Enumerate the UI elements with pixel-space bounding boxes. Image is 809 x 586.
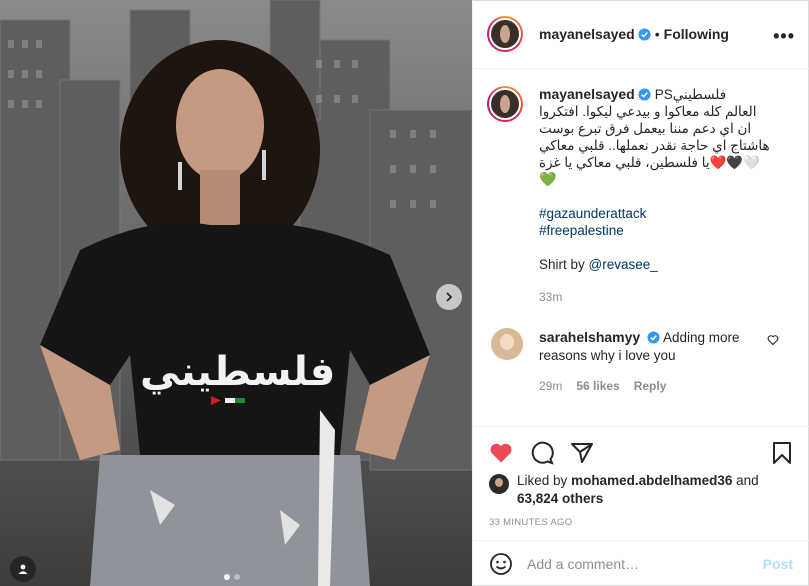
shirt-credit: Shirt by @revasee_	[539, 256, 785, 273]
photo-illustration: فلسطيني	[0, 0, 472, 586]
commenter-avatar[interactable]	[491, 328, 523, 360]
comment-like-icon[interactable]	[767, 334, 779, 346]
comment-time[interactable]: 29m	[539, 377, 562, 395]
user-tag-icon	[18, 564, 28, 574]
heart-filled-icon[interactable]	[489, 441, 513, 465]
share-icon[interactable]	[570, 441, 594, 465]
author-username[interactable]: mayanelsayed	[539, 26, 635, 42]
chevron-right-icon	[446, 292, 453, 302]
reply-button[interactable]: Reply	[634, 377, 667, 395]
caption-line: ان اي دعم مننا بيعمل فرق تبرع بوست	[539, 121, 752, 136]
liked-by-user[interactable]: mohamed.abdelhamed36	[571, 473, 732, 488]
post-header: mayanelsayed • Following •••	[473, 0, 809, 69]
liked-by-others[interactable]: 63,824 others	[517, 491, 603, 506]
carousel-dot-active	[224, 574, 230, 580]
likes-summary: Liked by mohamed.abdelhamed36 and 63,824…	[489, 472, 797, 508]
caption-line: هاشتاج اي حاجة نقدر نعملها.. قلبي معاكي	[539, 138, 770, 153]
comment-icon[interactable]	[530, 441, 554, 465]
tagged-users-button[interactable]	[10, 556, 36, 582]
verified-badge-icon	[638, 27, 651, 41]
liked-by-joiner: and	[736, 473, 759, 488]
caption-line: العالم كله معاكوا و بيدعي ليكوا. افتكروا	[539, 104, 757, 119]
comment-item: sarahelshamyy Adding more reasons why i …	[487, 328, 795, 395]
carousel-dot	[234, 574, 240, 580]
header-separator: •	[654, 26, 660, 42]
shirt-print: فلسطيني	[140, 349, 335, 395]
author-avatar[interactable]	[487, 16, 523, 52]
more-options-icon[interactable]: •••	[773, 26, 795, 47]
post-timestamp[interactable]: 33 MINUTES AGO	[489, 517, 572, 528]
hashtag-link[interactable]: #gazaunderattack	[539, 205, 785, 222]
caption: mayanelsayed PSفلسطيني العالم كله معاكوا…	[487, 86, 795, 306]
liked-by-prefix: Liked by	[517, 473, 568, 488]
post-comment-button[interactable]: Post	[763, 556, 793, 572]
caption-prefix: PSفلسطيني	[654, 87, 727, 102]
mention-link[interactable]: @revasee_	[589, 257, 658, 272]
caption-time[interactable]: 33m	[539, 289, 785, 306]
action-bar	[473, 426, 809, 476]
post-sidebar: mayanelsayed • Following ••• mayanelsaye…	[472, 0, 809, 586]
post-image[interactable]: فلسطيني	[0, 0, 472, 586]
comments-section: mayanelsayed PSفلسطيني العالم كله معاكوا…	[473, 70, 809, 426]
save-bookmark-icon[interactable]	[770, 441, 794, 465]
next-image-button[interactable]	[436, 284, 462, 310]
liker-avatar[interactable]	[489, 474, 509, 494]
commenter-username[interactable]: sarahelshamyy	[539, 329, 640, 345]
hashtag-link[interactable]: #freepalestine	[539, 222, 785, 239]
verified-badge-icon	[647, 331, 660, 344]
comment-input[interactable]	[527, 555, 747, 572]
add-comment-bar: Post	[473, 540, 809, 586]
comment-likes[interactable]: 56 likes	[576, 377, 619, 395]
caption-username[interactable]: mayanelsayed	[539, 86, 635, 103]
caption-avatar[interactable]	[487, 86, 523, 122]
emoji-icon[interactable]	[489, 552, 513, 576]
verified-badge-icon	[638, 88, 651, 101]
carousel-dots	[224, 574, 240, 580]
green-heart-emoji: 💚	[539, 171, 557, 187]
following-button[interactable]: Following	[664, 26, 729, 42]
shirt-label: Shirt by	[539, 257, 585, 272]
caption-line: 🤍🖤❤️يا فلسطين، قلبي معاكي يا غزة	[539, 155, 761, 170]
